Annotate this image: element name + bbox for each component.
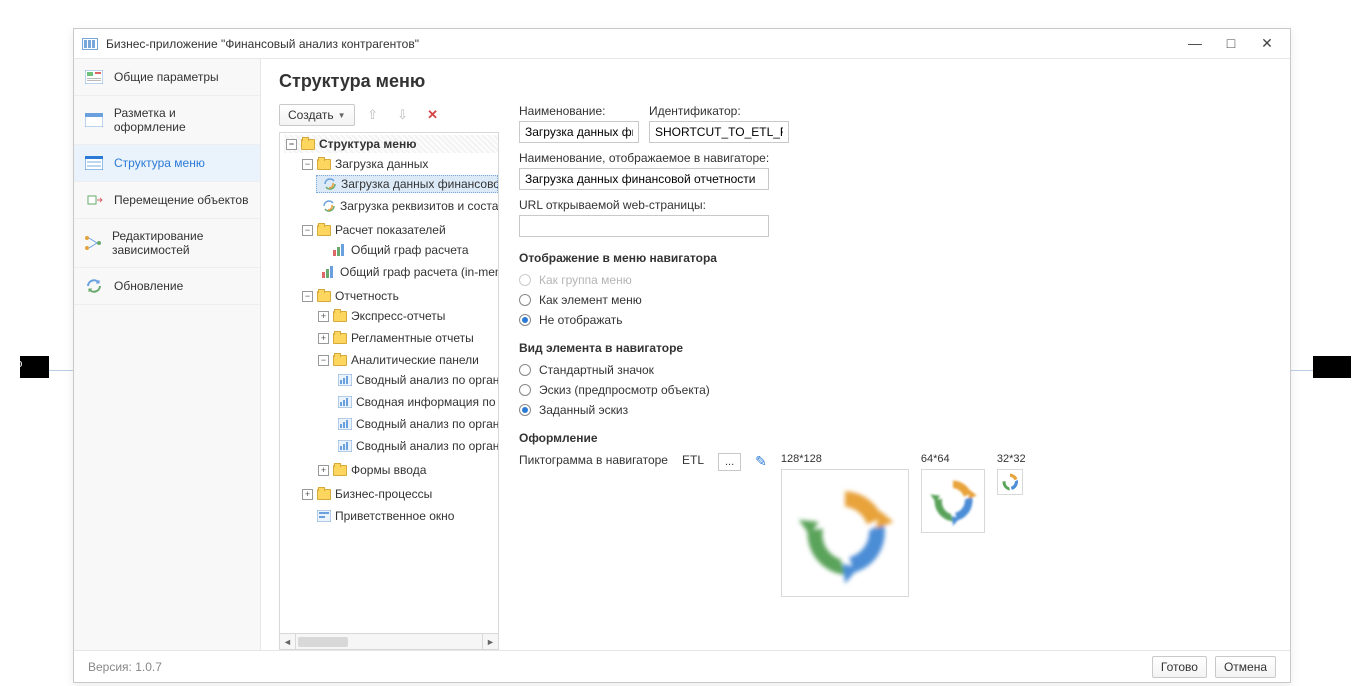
sidebar-item-general[interactable]: Общие параметры [74,59,260,96]
minimize-button[interactable]: ― [1186,35,1204,52]
ready-button[interactable]: Готово [1152,656,1207,678]
picto-label: Пиктограмма в навигаторе [519,453,668,467]
move-up-button[interactable]: ⇧ [361,104,385,126]
app-icon [82,38,98,50]
tree-folder[interactable]: +Формы ввода [316,461,498,479]
sidebar-item-label: Перемещение объектов [114,193,248,207]
scroll-right-button[interactable]: ► [482,634,498,649]
sidebar-item-move-objects[interactable]: Перемещение объектов [74,182,260,219]
edit-icon[interactable]: ✎ [755,453,767,470]
tree-item[interactable]: Общий граф расчета (in-mem [316,263,498,281]
url-label: URL открываемой web-страницы: [519,198,1272,212]
properties-form: Наименование: Идентификатор: Наименовани… [519,104,1272,650]
version-label: Версия: 1.0.7 [88,660,162,674]
thumbnail-32 [997,469,1023,495]
redaction-left [20,356,49,378]
tree-folder[interactable]: +Регламентные отчеты [316,329,498,347]
scroll-thumb[interactable] [298,637,348,647]
radio-hide[interactable]: Не отображать [519,313,1272,327]
id-label: Идентификатор: [649,104,789,118]
navname-input[interactable] [519,168,769,190]
view-heading: Вид элемента в навигаторе [519,341,1272,355]
titlebar[interactable]: Бизнес-приложение "Финансовый анализ кон… [74,29,1290,59]
window: Бизнес-приложение "Финансовый анализ кон… [73,28,1291,683]
sidebar-item-label: Общие параметры [114,70,219,84]
tree-folder[interactable]: −Аналитические панели [316,351,498,369]
sidebar-item-update[interactable]: Обновление [74,268,260,305]
tree-root[interactable]: −Структура меню [284,135,498,153]
tree-item-selected[interactable]: Загрузка данных финансово [316,175,498,193]
design-heading: Оформление [519,431,1272,445]
page-title: Структура меню [279,71,1272,92]
tree-toolbar: Создать▼ ⇧ ⇩ ✕ [279,104,499,126]
tree-folder[interactable]: +Экспресс-отчеты [316,307,498,325]
cancel-button[interactable]: Отмена [1215,656,1276,678]
size-64-label: 64*64 [921,453,985,465]
radio-custom[interactable]: Заданный эскиз [519,403,1272,417]
sidebar-item-label: Редактирование зависимостей [112,229,250,257]
radio-as-group: Как группа меню [519,273,1272,287]
picto-value: ETL [682,453,704,467]
move-down-button[interactable]: ⇩ [391,104,415,126]
tree-item[interactable]: Сводный анализ по органи [332,415,498,433]
size-32-label: 32*32 [997,453,1026,465]
display-heading: Отображение в меню навигатора [519,251,1272,265]
scroll-left-button[interactable]: ◄ [280,634,296,649]
sidebar-item-layout[interactable]: Разметка и оформление [74,96,260,145]
tree-item[interactable]: Сводная информация по о [332,393,498,411]
window-title: Бизнес-приложение "Финансовый анализ кон… [106,37,419,51]
sidebar-item-dependencies[interactable]: Редактирование зависимостей [74,219,260,268]
tree-item[interactable]: Сводный анализ по органи [332,371,498,389]
tree-folder[interactable]: −Расчет показателей [300,221,498,239]
menu-tree[interactable]: −Структура меню −Загрузка данных Загрузк… [279,132,499,634]
annotation-label-right-b: об ть [1313,368,1339,380]
id-input[interactable] [649,121,789,143]
thumbnail-128 [781,469,909,597]
navname-label: Наименование, отображаемое в навигаторе: [519,151,1272,165]
tree-folder[interactable]: −Загрузка данных [300,155,498,173]
name-input[interactable] [519,121,639,143]
delete-button[interactable]: ✕ [421,104,445,126]
tree-folder[interactable]: −Отчетность [300,287,498,305]
name-label: Наименование: [519,104,639,118]
size-128-label: 128*128 [781,453,909,465]
create-button[interactable]: Создать▼ [279,104,355,126]
footer: Версия: 1.0.7 Готово Отмена [74,650,1290,682]
tree-item[interactable]: Приветственное окно [300,507,498,525]
sidebar: Общие параметры Разметка и оформление Ст… [74,59,261,650]
tree-item[interactable]: Общий граф расчета [316,241,498,259]
maximize-button[interactable]: □ [1222,35,1240,52]
radio-preview[interactable]: Эскиз (предпросмотр объекта) [519,383,1272,397]
sidebar-item-label: Разметка и оформление [114,106,250,134]
url-input[interactable] [519,215,769,237]
radio-as-element[interactable]: Как элемент меню [519,293,1272,307]
thumbnail-64 [921,469,985,533]
close-button[interactable]: ✕ [1258,35,1276,52]
sidebar-item-label: Обновление [114,279,183,293]
sidebar-item-label: Структура меню [114,156,205,170]
sidebar-item-menu-structure[interactable]: Структура меню [74,145,260,182]
tree-item[interactable]: Загрузка реквизитов и соста [316,197,498,215]
picto-browse-button[interactable]: ... [718,453,741,471]
radio-std-icon[interactable]: Стандартный значок [519,363,1272,377]
annotation-label-left: Бо [9,358,22,370]
tree-folder[interactable]: +Бизнес-процессы [300,485,498,503]
tree-item[interactable]: Сводный анализ по органи [332,437,498,455]
tree-scrollbar[interactable]: ◄ ► [279,634,499,650]
